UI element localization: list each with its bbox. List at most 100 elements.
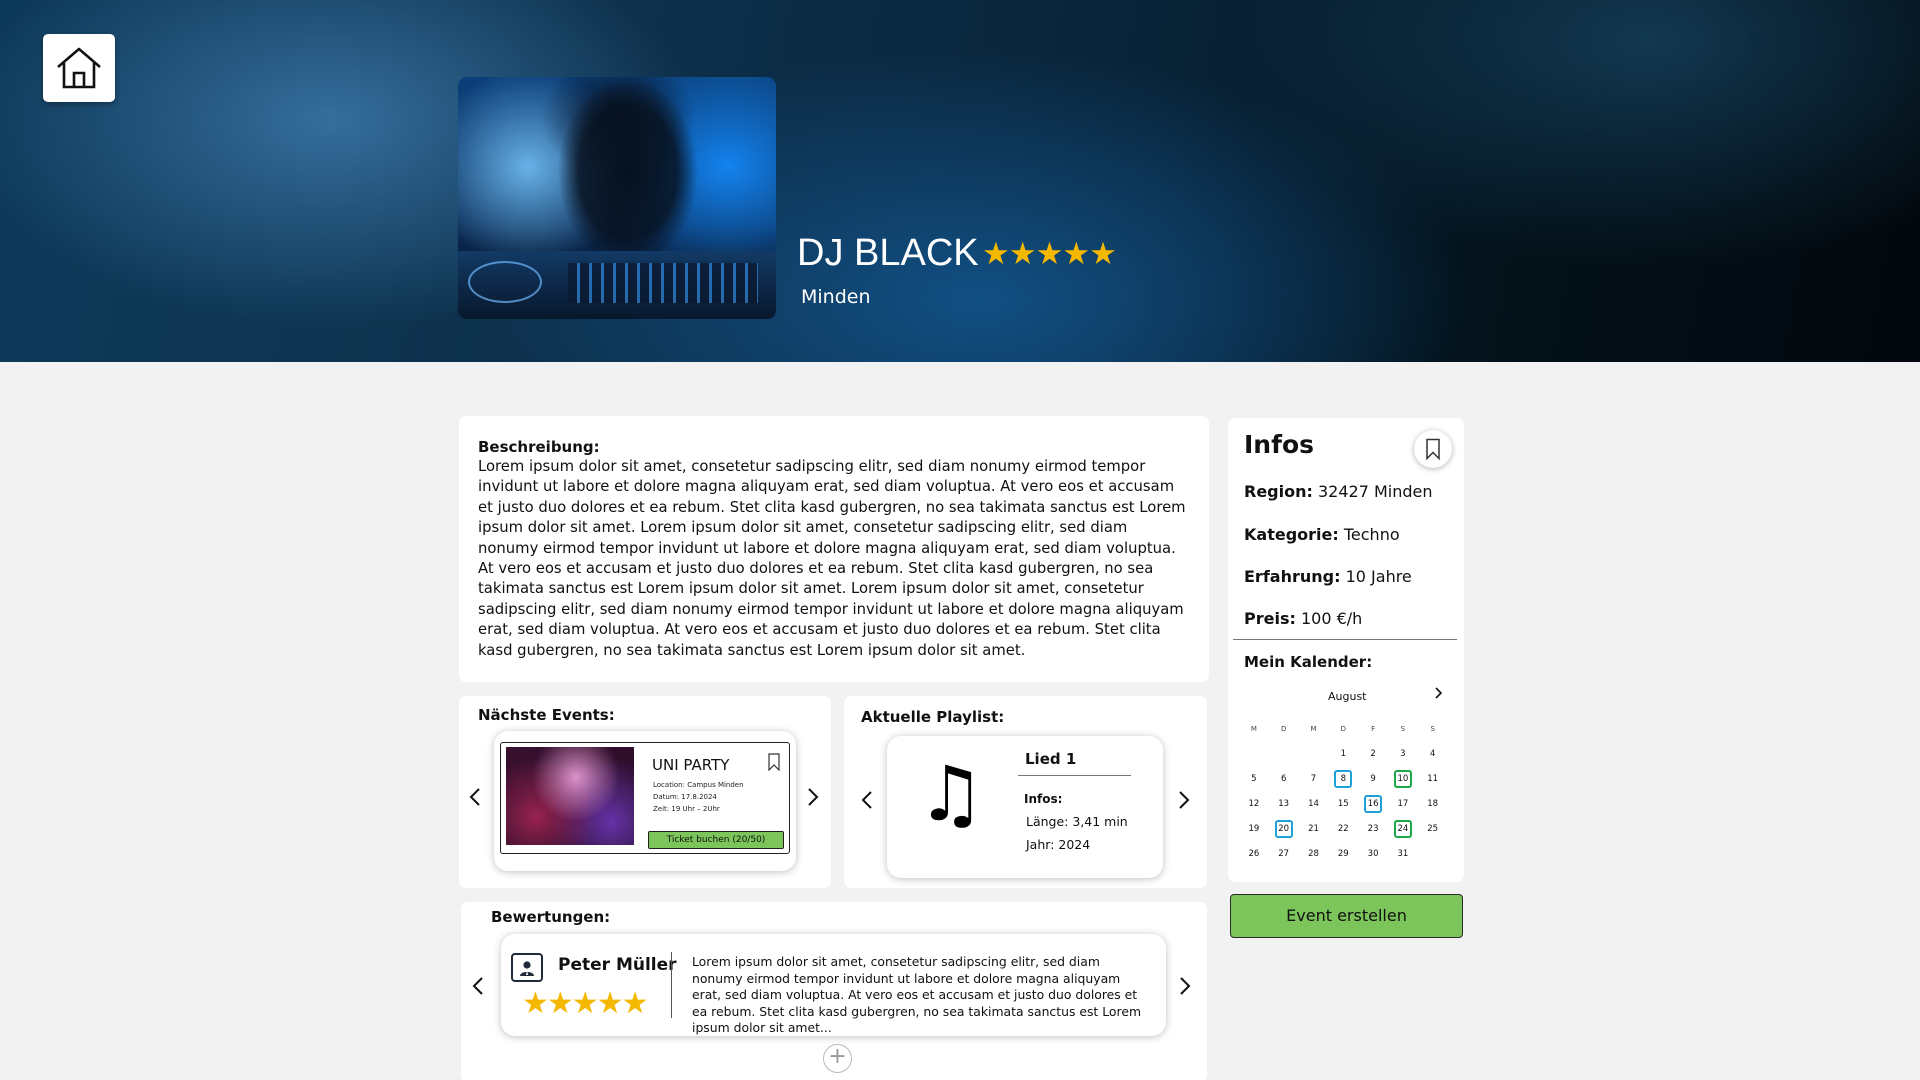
calendar-month: August <box>1328 690 1367 703</box>
calendar-empty <box>1269 741 1299 766</box>
divider <box>1233 639 1457 640</box>
infos-card: Infos Region: 32427 Minden Kategorie: Te… <box>1228 418 1464 882</box>
calendar-day[interactable]: 20 <box>1269 816 1299 841</box>
song-length: Länge: 3,41 min <box>1026 814 1128 829</box>
description-card: Beschreibung: Lorem ipsum dolor sit amet… <box>459 416 1209 682</box>
reviewer-name: Peter Müller <box>558 955 677 975</box>
calendar-day[interactable]: 8 <box>1328 766 1358 791</box>
calendar-day[interactable]: 2 <box>1358 741 1388 766</box>
calendar-day[interactable]: 15 <box>1328 791 1358 816</box>
chevron-left-icon[interactable] <box>471 976 485 1000</box>
bookmark-icon[interactable] <box>768 753 780 775</box>
song-title: Lied 1 <box>1025 750 1077 768</box>
divider <box>1018 775 1131 776</box>
review-card[interactable]: Peter Müller ★★★★★ Lorem ipsum dolor sit… <box>501 934 1166 1036</box>
song-infos-label: Infos: <box>1024 792 1063 806</box>
calendar-day[interactable]: 14 <box>1299 791 1329 816</box>
song-year: Jahr: 2024 <box>1026 837 1091 852</box>
description-title: Beschreibung: <box>478 438 600 456</box>
playlist-card: Aktuelle Playlist: ♫ Lied 1 Infos: Länge… <box>844 696 1207 888</box>
create-event-button[interactable]: Event erstellen <box>1230 894 1463 938</box>
home-button[interactable] <box>43 34 115 102</box>
calendar-day[interactable]: 13 <box>1269 791 1299 816</box>
calendar-day[interactable]: 31 <box>1388 841 1418 866</box>
info-category: Kategorie: Techno <box>1244 525 1400 544</box>
calendar-day[interactable]: 19 <box>1239 816 1269 841</box>
review-text: Lorem ipsum dolor sit amet, consetetur s… <box>692 954 1142 1036</box>
info-experience: Erfahrung: 10 Jahre <box>1244 567 1412 586</box>
calendar-weekday: D <box>1340 724 1346 733</box>
calendar-day[interactable]: 22 <box>1328 816 1358 841</box>
calendar-empty <box>1418 841 1448 866</box>
calendar-day[interactable]: 6 <box>1269 766 1299 791</box>
calendar-weekday: M <box>1310 724 1317 733</box>
calendar-day[interactable]: 18 <box>1418 791 1448 816</box>
calendar-day[interactable]: 12 <box>1239 791 1269 816</box>
calendar-grid: M D M D F S S 1 2 3 4 5 6 7 8 9 10 11 12 13 14 15 16 17 18 19 20 21… <box>1239 716 1448 866</box>
dj-name: DJ BLACK <box>797 232 979 274</box>
calendar-day[interactable]: 11 <box>1418 766 1448 791</box>
book-ticket-button[interactable]: Ticket buchen (20/50) <box>648 831 784 849</box>
calendar-day[interactable]: 1 <box>1328 741 1358 766</box>
calendar-weekday: F <box>1371 724 1376 733</box>
song-card[interactable]: ♫ Lied 1 Infos: Länge: 3,41 min Jahr: 20… <box>887 736 1163 878</box>
user-icon <box>511 953 543 982</box>
calendar-day[interactable]: 26 <box>1239 841 1269 866</box>
calendar-day[interactable]: 10 <box>1388 766 1418 791</box>
calendar-day[interactable]: 23 <box>1358 816 1388 841</box>
dj-profile-photo <box>458 77 776 319</box>
home-icon <box>57 47 101 89</box>
calendar-day[interactable]: 27 <box>1269 841 1299 866</box>
infos-title: Infos <box>1244 430 1315 459</box>
chevron-left-icon[interactable] <box>468 787 482 811</box>
rating-stars: ★★★★★ <box>982 236 1117 272</box>
divider <box>671 952 672 1018</box>
chevron-right-icon[interactable] <box>1434 686 1444 704</box>
bookmark-button[interactable] <box>1414 430 1452 468</box>
info-region: Region: 32427 Minden <box>1244 482 1433 501</box>
calendar-day[interactable]: 25 <box>1418 816 1448 841</box>
event-card[interactable]: UNI PARTY Location: Campus Minden Datum:… <box>494 731 796 871</box>
calendar-day[interactable]: 30 <box>1358 841 1388 866</box>
profile-header: DJ BLACK ★★★★★ Minden <box>0 0 1920 362</box>
chevron-left-icon[interactable] <box>860 790 874 814</box>
calendar-day[interactable]: 28 <box>1299 841 1329 866</box>
chevron-right-icon[interactable] <box>1177 790 1191 814</box>
reviews-card: Bewertungen: Peter Müller ★★★★★ Lorem ip… <box>461 902 1207 1080</box>
chevron-right-icon[interactable] <box>1178 976 1192 1000</box>
calendar-day[interactable]: 3 <box>1388 741 1418 766</box>
calendar-empty <box>1299 741 1329 766</box>
calendar-weekday: S <box>1430 724 1435 733</box>
chevron-right-icon[interactable] <box>806 787 820 811</box>
calendar-day[interactable]: 24 <box>1388 816 1418 841</box>
events-title: Nächste Events: <box>478 706 615 724</box>
calendar-day[interactable]: 4 <box>1418 741 1448 766</box>
event-name: UNI PARTY <box>652 756 730 774</box>
calendar-weekday: D <box>1281 724 1287 733</box>
calendar-day[interactable]: 29 <box>1328 841 1358 866</box>
calendar-day[interactable]: 16 <box>1358 791 1388 816</box>
dj-city: Minden <box>801 286 871 308</box>
event-image <box>506 747 634 845</box>
add-review-button[interactable]: + <box>823 1044 852 1073</box>
calendar-day[interactable]: 17 <box>1388 791 1418 816</box>
event-card-inner: UNI PARTY Location: Campus Minden Datum:… <box>500 742 790 854</box>
calendar-weekday: M <box>1250 724 1257 733</box>
review-stars: ★★★★★ <box>522 986 648 1021</box>
event-time: Zeit: 19 Uhr – 2Uhr <box>653 805 720 813</box>
playlist-title: Aktuelle Playlist: <box>861 708 1005 726</box>
calendar-empty <box>1239 741 1269 766</box>
music-note-icon: ♫ <box>917 749 986 838</box>
calendar-day[interactable]: 21 <box>1299 816 1329 841</box>
calendar-title: Mein Kalender: <box>1244 653 1373 671</box>
description-text: Lorem ipsum dolor sit amet, consetetur s… <box>478 458 1186 659</box>
calendar-day[interactable]: 9 <box>1358 766 1388 791</box>
reviews-title: Bewertungen: <box>491 908 611 926</box>
info-price: Preis: 100 €/h <box>1244 609 1363 628</box>
calendar-day[interactable]: 7 <box>1299 766 1329 791</box>
event-location: Location: Campus Minden <box>653 781 744 789</box>
bookmark-icon <box>1426 438 1440 460</box>
next-events-card: Nächste Events: UNI PARTY Location: Camp… <box>459 696 831 888</box>
calendar-day[interactable]: 5 <box>1239 766 1269 791</box>
event-date: Datum: 17.8.2024 <box>653 793 717 801</box>
